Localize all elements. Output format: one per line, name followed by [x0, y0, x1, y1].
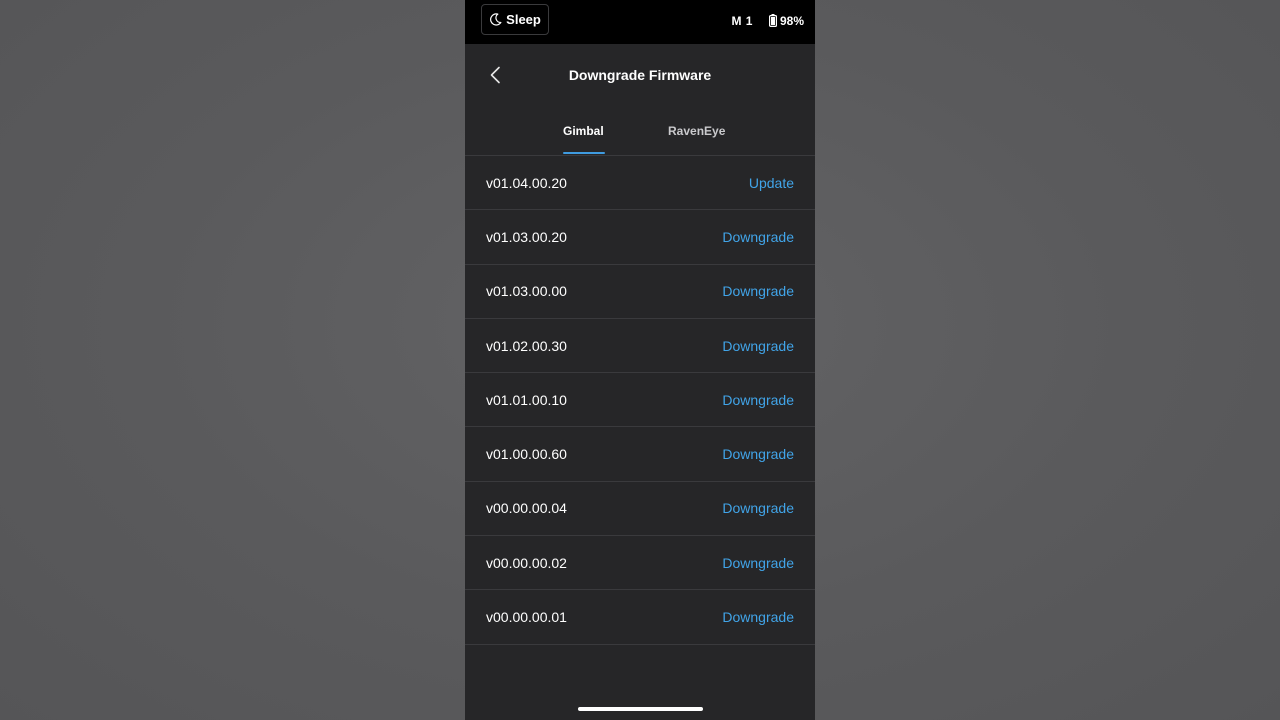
- mode-indicator: M 1: [731, 13, 753, 28]
- firmware-row: v00.00.00.01 Downgrade: [465, 590, 815, 645]
- sleep-label: Sleep: [506, 12, 541, 27]
- battery-indicator: 98%: [768, 13, 804, 28]
- active-tab-indicator: [563, 152, 605, 154]
- firmware-row: v01.03.00.20 Downgrade: [465, 210, 815, 265]
- downgrade-button[interactable]: Downgrade: [722, 392, 794, 408]
- firmware-version: v01.02.00.30: [486, 337, 567, 354]
- page-title: Downgrade Firmware: [568, 67, 712, 83]
- firmware-version: v00.00.00.04: [486, 500, 567, 517]
- phone-screen: Sleep M 1 98% Downgrade Firmware Gimbal …: [465, 0, 815, 720]
- firmware-row: v00.00.00.04 Downgrade: [465, 482, 815, 537]
- firmware-row: v01.04.00.20 Update: [465, 156, 815, 211]
- firmware-row: v01.01.00.10 Downgrade: [465, 373, 815, 428]
- firmware-version: v01.03.00.20: [486, 228, 567, 245]
- moon-icon: [490, 13, 502, 26]
- sleep-button[interactable]: Sleep: [481, 4, 549, 35]
- update-button[interactable]: Update: [749, 175, 794, 191]
- page-header: Downgrade Firmware: [465, 44, 815, 106]
- downgrade-button[interactable]: Downgrade: [722, 229, 794, 245]
- downgrade-button[interactable]: Downgrade: [722, 609, 794, 625]
- firmware-row: v01.02.00.30 Downgrade: [465, 319, 815, 374]
- firmware-version: v01.01.00.10: [486, 391, 567, 408]
- tab-raveneye[interactable]: RavenEye: [668, 124, 725, 138]
- firmware-list: v01.04.00.20 Update v01.03.00.20 Downgra…: [465, 156, 815, 645]
- firmware-version: v01.00.00.60: [486, 446, 567, 463]
- firmware-version: v00.00.00.01: [486, 609, 567, 626]
- firmware-version: v01.03.00.00: [486, 283, 567, 300]
- firmware-row: v01.00.00.60 Downgrade: [465, 427, 815, 482]
- home-indicator[interactable]: [578, 707, 703, 711]
- downgrade-button[interactable]: Downgrade: [722, 555, 794, 571]
- downgrade-button[interactable]: Downgrade: [722, 446, 794, 462]
- firmware-row: v00.00.00.02 Downgrade: [465, 536, 815, 591]
- device-tabs: Gimbal RavenEye: [465, 106, 815, 156]
- downgrade-button[interactable]: Downgrade: [722, 338, 794, 354]
- downgrade-button[interactable]: Downgrade: [722, 283, 794, 299]
- status-bar: Sleep M 1 98%: [465, 0, 815, 44]
- tab-gimbal[interactable]: Gimbal: [563, 124, 604, 138]
- battery-label: 98%: [779, 13, 804, 28]
- downgrade-button[interactable]: Downgrade: [722, 500, 794, 516]
- battery-icon: [768, 14, 777, 27]
- status-indicators: M 1 98%: [731, 0, 804, 41]
- firmware-version: v01.04.00.20: [486, 174, 567, 191]
- firmware-row: v01.03.00.00 Downgrade: [465, 265, 815, 319]
- firmware-version: v00.00.00.02: [486, 554, 567, 571]
